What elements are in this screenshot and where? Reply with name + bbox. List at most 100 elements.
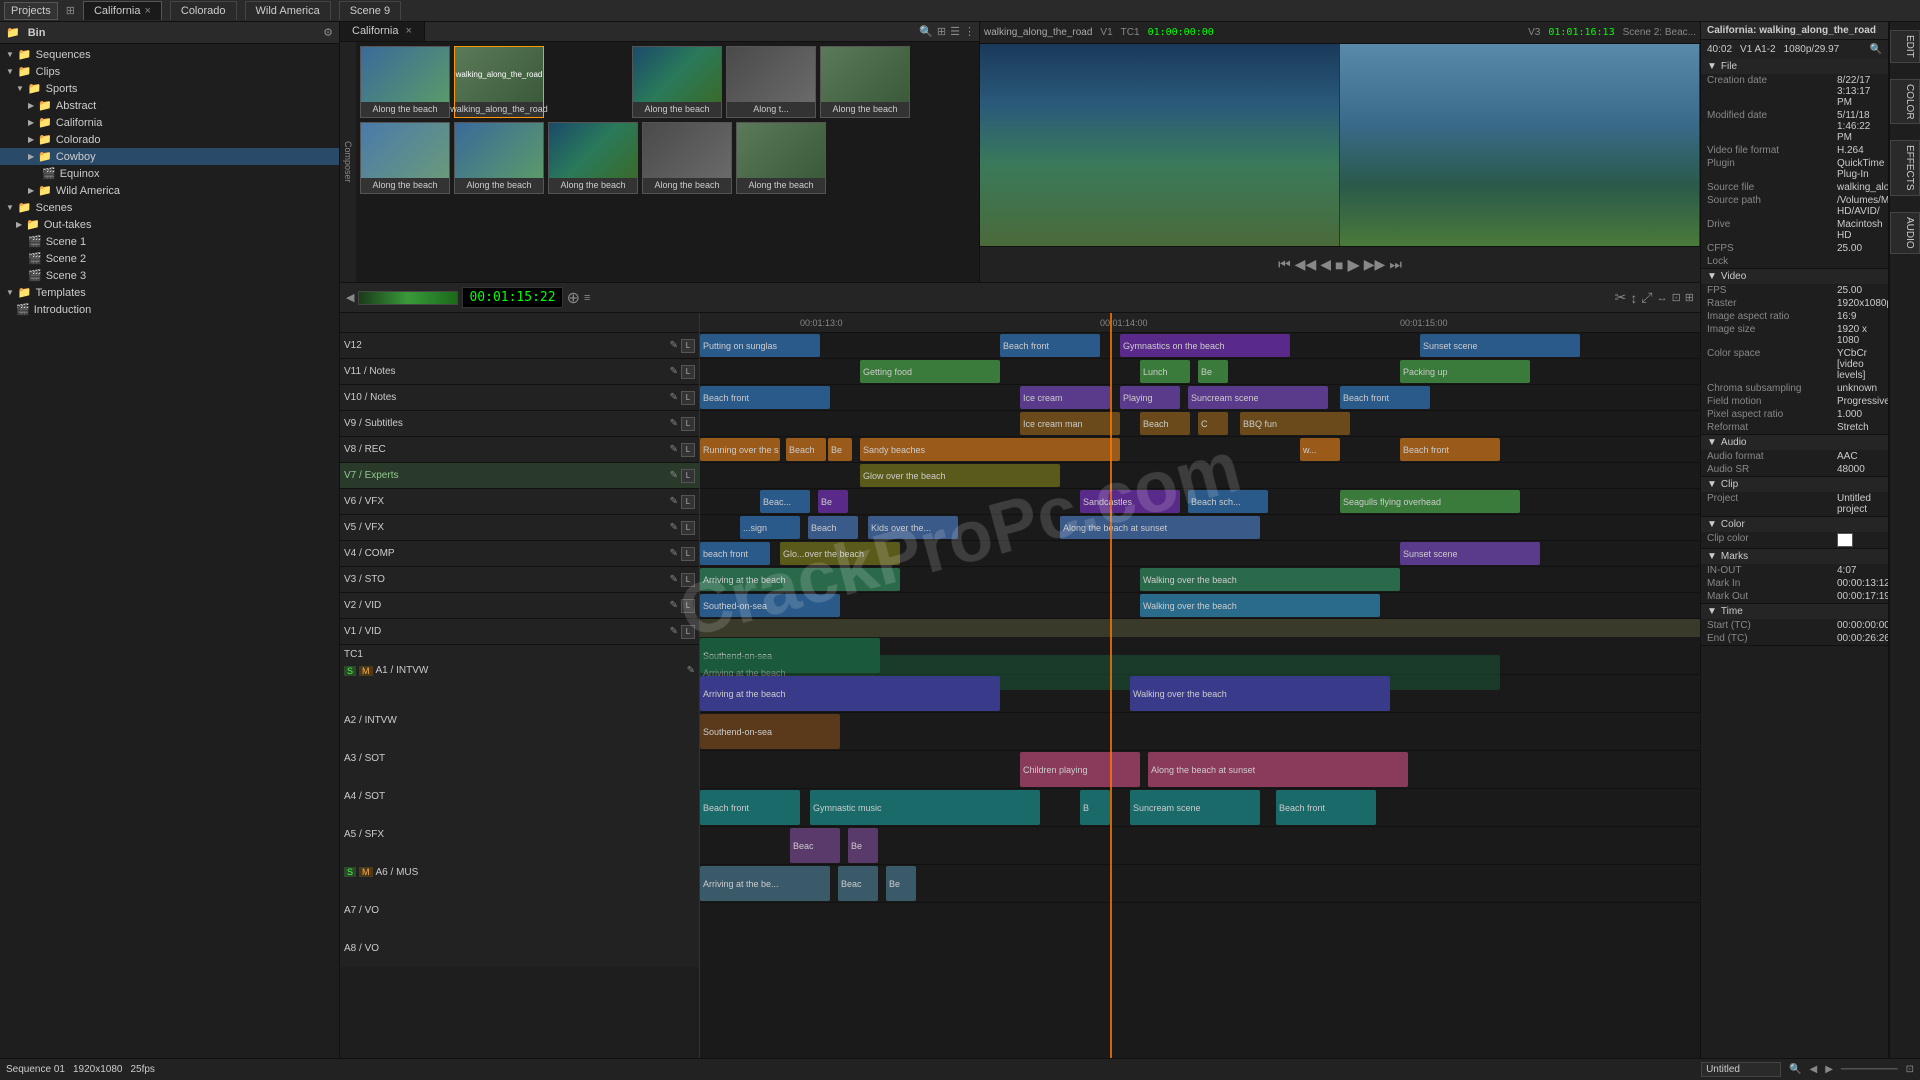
- track-v11-edit-icon[interactable]: ✎: [670, 366, 678, 377]
- monitor-ctrl-end[interactable]: ⏭: [1389, 256, 1402, 273]
- clip-beach-sunset-a4[interactable]: Along the beach at sunset: [1148, 752, 1408, 787]
- track-v7-edit-icon[interactable]: ✎: [670, 470, 678, 481]
- tl-btn1[interactable]: ⊕: [567, 288, 580, 308]
- clip-gymnastics[interactable]: Gymnastics on the beach: [1120, 334, 1290, 357]
- a6-m-btn[interactable]: M: [359, 867, 373, 877]
- clip-beac-vo2[interactable]: Beac: [838, 866, 878, 901]
- clip-suncream-v10[interactable]: Suncream scene: [1188, 386, 1328, 409]
- clip-beach-v8b[interactable]: w...: [1300, 438, 1340, 461]
- clip-thumb-10[interactable]: Along the beach: [736, 122, 826, 194]
- bottom-search-icon[interactable]: 🔍: [1789, 1064, 1801, 1075]
- clip-sunset-v4[interactable]: Sunset scene: [1400, 542, 1540, 565]
- tl-rewind-btn[interactable]: ◀: [346, 291, 354, 304]
- clip-suncream-mus[interactable]: Suncream scene: [1130, 790, 1260, 825]
- clip-lunch[interactable]: Lunch: [1140, 360, 1190, 383]
- track-v6-lock-btn[interactable]: L: [681, 495, 695, 509]
- clip-arriving-vo[interactable]: Arriving at the be...: [700, 866, 830, 901]
- search-icon[interactable]: 🔍: [919, 25, 933, 38]
- tree-sports[interactable]: ▼ 📁 Sports: [0, 80, 339, 97]
- track-v2-lock-btn[interactable]: L: [681, 599, 695, 613]
- clip-thumb-8[interactable]: Along the beach: [548, 122, 638, 194]
- tree-equinox[interactable]: 🎬 Equinox: [0, 165, 339, 182]
- track-v12-edit-icon[interactable]: ✎: [670, 340, 678, 351]
- clip-sandy-beaches[interactable]: Sandy beaches: [860, 438, 1120, 461]
- sidebar-edit-btn[interactable]: EDIT: [1890, 30, 1920, 63]
- bottom-zoom-slider[interactable]: ────────: [1841, 1064, 1898, 1075]
- tree-sequences[interactable]: ▼ 📁 Sequences: [0, 46, 339, 63]
- clip-kids-over[interactable]: Kids over the...: [868, 516, 958, 539]
- clip-beach-front-v12[interactable]: Beach front: [1000, 334, 1100, 357]
- clip-beach-v6[interactable]: Beac...: [760, 490, 810, 513]
- tl-tool4[interactable]: ↔: [1657, 292, 1668, 304]
- clip-beach-v9[interactable]: Beach: [1140, 412, 1190, 435]
- clip-beach-at-sunset[interactable]: Along the beach at sunset: [1060, 516, 1260, 539]
- track-v4-lock-btn[interactable]: L: [681, 547, 695, 561]
- clip-thumb-5[interactable]: Along the beach: [820, 46, 910, 118]
- clip-thumb-7[interactable]: Along the beach: [454, 122, 544, 194]
- a1-edit[interactable]: ✎: [687, 665, 695, 676]
- clip-glow-over[interactable]: Glow over the beach: [860, 464, 1060, 487]
- clip-southend-a3[interactable]: Southend-on-sea: [700, 714, 840, 749]
- track-v10-edit-icon[interactable]: ✎: [670, 392, 678, 403]
- clip-beach-front-mus[interactable]: Beach front: [700, 790, 800, 825]
- a1-s-btn[interactable]: S: [344, 666, 356, 676]
- clip-walking-beach-v2[interactable]: Walking over the beach: [1140, 594, 1380, 617]
- track-v7-lock-btn[interactable]: L: [681, 469, 695, 483]
- insp-color-header[interactable]: ▼ Color: [1701, 517, 1888, 532]
- clip-bbq-fun[interactable]: BBQ fun: [1240, 412, 1350, 435]
- tree-wild-america[interactable]: ▶ 📁 Wild America: [0, 182, 339, 199]
- track-v1-edit-icon[interactable]: ✎: [670, 626, 678, 637]
- clip-beach-v5[interactable]: Beach: [808, 516, 858, 539]
- track-v5-edit-icon[interactable]: ✎: [670, 522, 678, 533]
- tree-california-bin[interactable]: ▶ 📁 California: [0, 114, 339, 131]
- insp-search-icon[interactable]: 🔍: [1870, 44, 1882, 55]
- track-v6-edit-icon[interactable]: ✎: [670, 496, 678, 507]
- clip-sunset-scene-v12[interactable]: Sunset scene: [1420, 334, 1580, 357]
- track-v12-lock-btn[interactable]: L: [681, 339, 695, 353]
- clip-walking-a2[interactable]: Walking over the beach: [1130, 676, 1390, 711]
- clip-ice-cream[interactable]: Ice cream: [1020, 386, 1110, 409]
- insp-audio-header[interactable]: ▼ Audio: [1701, 435, 1888, 450]
- clip-thumb-2[interactable]: walking_along_the_road walking_along_the…: [454, 46, 544, 118]
- clip-playing[interactable]: Playing: [1120, 386, 1180, 409]
- clip-be-v11[interactable]: Be: [1198, 360, 1228, 383]
- track-v4-edit-icon[interactable]: ✎: [670, 548, 678, 559]
- clip-be-v6[interactable]: Be: [818, 490, 848, 513]
- tl-tool6[interactable]: ⊞: [1685, 291, 1694, 304]
- monitor-ctrl-btn3[interactable]: ◀: [1320, 256, 1331, 273]
- insp-time-header[interactable]: ▼ Time: [1701, 604, 1888, 619]
- grid-view-icon[interactable]: ⊞: [937, 25, 946, 38]
- track-v3-lock-btn[interactable]: L: [681, 573, 695, 587]
- clip-beach-v6b[interactable]: Beach sch...: [1188, 490, 1268, 513]
- clip-thumb-6[interactable]: Along the beach: [360, 122, 450, 194]
- track-v3-edit-icon[interactable]: ✎: [670, 574, 678, 585]
- tree-templates[interactable]: ▼ 📁 Templates: [0, 284, 339, 301]
- tl-tool2[interactable]: ↕: [1630, 290, 1637, 306]
- clip-thumb-1[interactable]: Along the beach: [360, 46, 450, 118]
- clip-arriving-beach-v3[interactable]: Arriving at the beach: [700, 568, 900, 591]
- insp-video-header[interactable]: ▼ Video: [1701, 269, 1888, 284]
- tab-wild-america[interactable]: Wild America: [245, 1, 331, 20]
- a6-s-btn[interactable]: S: [344, 867, 356, 877]
- monitor-ctrl-btn2[interactable]: ◀◀: [1295, 256, 1317, 273]
- clip-packing-up[interactable]: Packing up: [1400, 360, 1530, 383]
- clip-beach-v8[interactable]: Beach: [786, 438, 826, 461]
- track-v9-lock-btn[interactable]: L: [681, 417, 695, 431]
- tree-abstract[interactable]: ▶ 📁 Abstract: [0, 97, 339, 114]
- tree-scene3[interactable]: 🎬 Scene 3: [0, 267, 339, 284]
- monitor-ctrl-ff[interactable]: ▶▶: [1364, 256, 1386, 273]
- clip-running-over[interactable]: Running over the s: [700, 438, 780, 461]
- insp-clip-color-swatch[interactable]: [1837, 533, 1853, 547]
- clip-beach-front-v10b[interactable]: Beach front: [1340, 386, 1430, 409]
- tl-tool3[interactable]: ⤢: [1641, 289, 1652, 306]
- sidebar-effects-btn[interactable]: EFFECTS: [1890, 140, 1920, 196]
- tree-cowboy[interactable]: ▶ 📁 Cowboy: [0, 148, 339, 165]
- clip-thumb-9[interactable]: Along the beach: [642, 122, 732, 194]
- clip-gymnastic-music[interactable]: Gymnastic music: [810, 790, 1040, 825]
- clip-putting-sunglass[interactable]: Putting on sunglas: [700, 334, 820, 357]
- close-california[interactable]: ×: [144, 5, 150, 17]
- bottom-nav-next[interactable]: ▶: [1825, 1064, 1833, 1075]
- track-v8-edit-icon[interactable]: ✎: [670, 444, 678, 455]
- clip-thumb-3[interactable]: Along the beach: [632, 46, 722, 118]
- tree-scene1[interactable]: 🎬 Scene 1: [0, 233, 339, 250]
